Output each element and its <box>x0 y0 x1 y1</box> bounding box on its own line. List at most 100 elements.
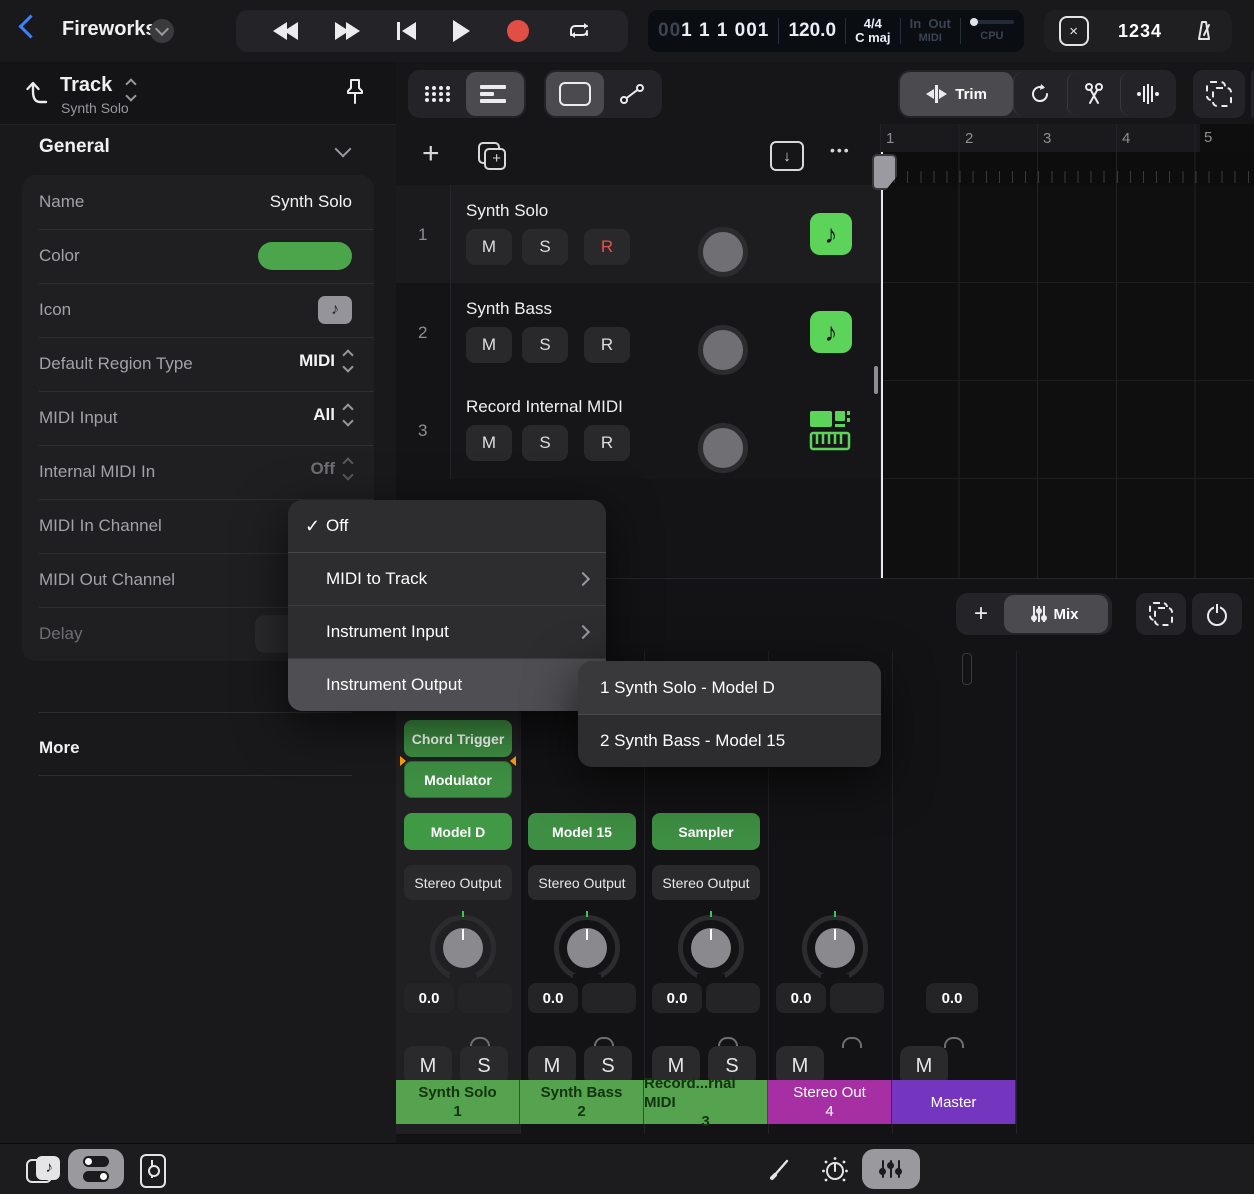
mute-button[interactable]: M <box>466 229 512 265</box>
fader-panel-icon[interactable] <box>140 1154 166 1188</box>
go-to-beginning-button[interactable] <box>397 22 416 40</box>
channel-name-plate[interactable]: Synth Solo 1 <box>396 1080 520 1124</box>
row-region-value[interactable]: MIDI <box>299 351 335 371</box>
vertical-scrollbar[interactable] <box>874 366 878 394</box>
solo-button[interactable]: S <box>522 327 568 363</box>
record-button[interactable] <box>507 20 529 42</box>
instrument-slot[interactable]: Model D <box>404 813 512 850</box>
ruler-bar-numbers[interactable]: 1 2 3 4 5 <box>880 124 1254 152</box>
ruler-ticks[interactable] <box>880 152 1254 185</box>
add-track-button[interactable]: + <box>422 137 440 171</box>
pan-value[interactable] <box>582 983 636 1013</box>
row-internal-midi-in[interactable]: Internal MIDI In Off <box>22 445 374 499</box>
menu-item-off[interactable]: ✓ Off <box>288 500 606 552</box>
channel-name-plate[interactable]: Master <box>892 1080 1016 1124</box>
track-row-synth-bass[interactable]: 2 Synth Bass M S R ♪ <box>396 283 880 382</box>
track-controls-view-button[interactable] <box>68 1149 124 1189</box>
track-row-synth-solo[interactable]: 1 Synth Solo M S R ♪ <box>396 185 880 284</box>
fast-forward-button[interactable] <box>335 22 360 40</box>
instrument-slot[interactable]: Model 15 <box>528 813 636 850</box>
plugin-slot-selected[interactable]: Modulator <box>404 761 512 798</box>
project-menu-button[interactable] <box>150 19 174 43</box>
channel-name-plate[interactable]: Stereo Out 4 <box>768 1080 892 1124</box>
volume-value[interactable]: 0.0 <box>926 983 978 1013</box>
pan-value[interactable] <box>830 983 884 1013</box>
more-section-title[interactable]: More <box>39 738 80 758</box>
multi-select-button[interactable] <box>1193 70 1245 118</box>
duplicate-track-button[interactable]: + <box>478 142 506 170</box>
track-icon-badge[interactable]: ♪ <box>318 296 352 324</box>
insert-handle-left[interactable] <box>400 756 406 766</box>
mix-view-button[interactable]: Mix <box>1004 595 1108 633</box>
output-slot[interactable]: Stereo Output <box>404 865 512 900</box>
track-row-record-internal-midi[interactable]: 3 Record Internal MIDI M S R <box>396 381 880 480</box>
count-in-button[interactable]: 1234 <box>1118 21 1162 42</box>
record-enable-button[interactable]: R <box>584 229 630 265</box>
no-overlap-icon[interactable]: × <box>1059 16 1089 46</box>
smart-controls-icon[interactable] <box>820 1155 850 1185</box>
row-name-value[interactable]: Synth Solo <box>270 192 352 212</box>
row-midi-input-value[interactable]: All <box>313 405 335 425</box>
insert-handle-right[interactable] <box>510 756 516 766</box>
gain-tool-button[interactable] <box>1120 72 1174 116</box>
inspector-title-stepper[interactable] <box>127 80 135 100</box>
split-tool-button[interactable] <box>1067 72 1121 116</box>
loop-tool-button[interactable] <box>1013 72 1067 116</box>
tracks-view-button[interactable] <box>466 72 524 116</box>
menu-item-instrument-input[interactable]: Instrument Input <box>288 606 606 658</box>
pan-knob[interactable] <box>554 915 620 981</box>
pencil-tool-icon[interactable] <box>768 1156 794 1182</box>
import-tray-icon[interactable]: ↓ <box>770 141 804 171</box>
rewind-button[interactable] <box>273 22 298 40</box>
row-midi-input[interactable]: MIDI Input All <box>22 391 374 445</box>
region-tool-button[interactable] <box>546 72 604 116</box>
track-options-button[interactable]: ••• <box>830 142 851 158</box>
plugin-slot[interactable]: Chord Trigger <box>404 720 512 757</box>
pan-knob[interactable] <box>802 915 868 981</box>
mixer-multi-select-button[interactable] <box>1136 593 1186 635</box>
solo-button[interactable]: S <box>522 229 568 265</box>
volume-value[interactable]: 0.0 <box>528 983 578 1013</box>
color-swatch[interactable] <box>258 242 352 270</box>
menu-item-instrument-output[interactable]: Instrument Output <box>288 659 606 711</box>
automation-tool-button[interactable] <box>604 72 660 116</box>
record-enable-button[interactable]: R <box>584 327 630 363</box>
submenu-item-synth-bass[interactable]: 2 Synth Bass - Model 15 <box>578 715 881 767</box>
output-slot[interactable]: Stereo Output <box>528 865 636 900</box>
back-up-icon[interactable] <box>22 76 54 108</box>
metronome-icon[interactable] <box>1191 18 1217 44</box>
solo-button[interactable]: S <box>522 425 568 461</box>
browser-icon[interactable]: ♪ <box>26 1156 60 1184</box>
volume-value[interactable]: 0.0 <box>776 983 826 1013</box>
play-button[interactable] <box>453 20 470 42</box>
mute-button[interactable]: M <box>466 425 512 461</box>
output-slot[interactable]: Stereo Output <box>652 865 760 900</box>
volume-value[interactable]: 0.0 <box>404 983 454 1013</box>
volume-value[interactable]: 0.0 <box>652 983 702 1013</box>
channel-power-button[interactable] <box>1192 593 1242 635</box>
row-icon[interactable]: Icon ♪ <box>22 283 374 337</box>
pan-knob[interactable] <box>430 915 496 981</box>
instrument-slot[interactable]: Sampler <box>652 813 760 850</box>
row-name[interactable]: Name Synth Solo <box>22 175 374 229</box>
mute-button[interactable]: M <box>466 327 512 363</box>
channel-name-plate[interactable]: Record...rnal MIDI 3 <box>644 1080 768 1124</box>
back-icon[interactable] <box>18 14 42 38</box>
row-internal-midi-value[interactable]: Off <box>310 459 335 479</box>
pan-value[interactable] <box>458 983 512 1013</box>
cycle-button[interactable] <box>566 20 592 42</box>
record-enable-button[interactable]: R <box>584 425 630 461</box>
playhead-line[interactable] <box>881 152 883 578</box>
pin-icon[interactable] <box>340 76 370 108</box>
mixer-view-dock-button[interactable] <box>862 1149 920 1189</box>
row-default-region-type[interactable]: Default Region Type MIDI <box>22 337 374 391</box>
trim-tool-button[interactable]: Trim <box>900 72 1013 116</box>
lcd-display[interactable]: 001 1 1 001 120.0 4/4 C maj In Out MIDI … <box>648 10 1024 52</box>
grid-view-button[interactable] <box>410 72 466 116</box>
channel-name-plate[interactable]: Synth Bass 2 <box>520 1080 644 1124</box>
row-color[interactable]: Color <box>22 229 374 283</box>
submenu-item-synth-solo[interactable]: 1 Synth Solo - Model D <box>578 661 881 714</box>
pan-value[interactable] <box>706 983 760 1013</box>
menu-item-midi-to-track[interactable]: MIDI to Track <box>288 553 606 605</box>
general-collapse-icon[interactable] <box>337 142 349 160</box>
